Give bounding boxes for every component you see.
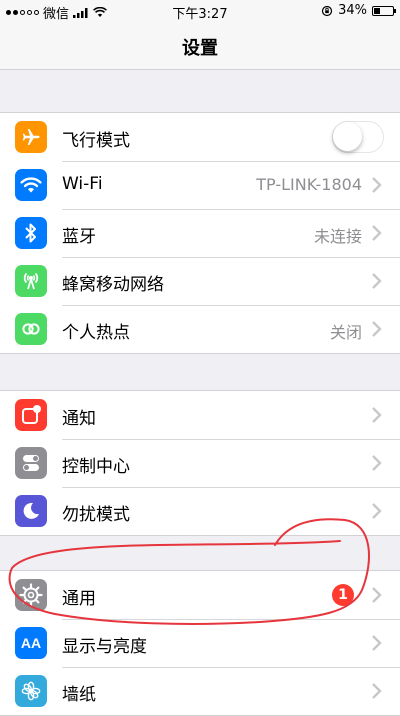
settings-row-airplane-mode[interactable]: 飞行模式 xyxy=(0,113,400,161)
control-center-icon xyxy=(15,447,47,479)
chevron-right-icon xyxy=(372,321,382,337)
settings-group-general: 通用 1 AA 显示与亮度 墙纸 xyxy=(0,570,400,716)
chevron-right-icon xyxy=(372,225,382,241)
gear-icon xyxy=(15,579,47,611)
settings-row-label: 勿扰模式 xyxy=(62,505,130,525)
display-brightness-icon: AA xyxy=(15,627,47,659)
settings-row-general[interactable]: 通用 1 xyxy=(0,571,400,619)
settings-row-wifi[interactable]: Wi-Fi TP-LINK-1804 xyxy=(0,161,400,209)
chevron-right-icon xyxy=(372,587,382,603)
settings-row-value: TP-LINK-1804 xyxy=(256,175,362,194)
airplane-icon xyxy=(15,121,47,153)
settings-row-label: 飞行模式 xyxy=(62,131,130,151)
settings-row-value: 未连接 xyxy=(313,227,362,246)
update-badge: 1 xyxy=(332,584,354,606)
chevron-right-icon xyxy=(372,503,382,519)
moon-icon xyxy=(15,495,47,527)
chevron-right-icon xyxy=(372,177,382,193)
page-title: 设置 xyxy=(182,38,218,59)
settings-row-wallpaper[interactable]: 墙纸 xyxy=(0,667,400,715)
settings-row-label: Wi-Fi xyxy=(62,174,103,194)
status-bar: 微信 下午3:27 34% xyxy=(0,0,400,22)
settings-row-label: 蜂窝移动网络 xyxy=(62,275,164,295)
chevron-right-icon xyxy=(372,455,382,471)
settings-row-label: 控制中心 xyxy=(62,457,130,477)
chevron-right-icon xyxy=(372,683,382,699)
cellular-icon xyxy=(15,265,47,297)
settings-row-display-brightness[interactable]: AA 显示与亮度 xyxy=(0,619,400,667)
settings-row-label: 通知 xyxy=(62,409,96,429)
hotspot-icon xyxy=(15,313,47,345)
chevron-right-icon xyxy=(372,273,382,289)
settings-row-cellular[interactable]: 蜂窝移动网络 xyxy=(0,257,400,305)
wallpaper-icon xyxy=(15,675,47,707)
chevron-right-icon xyxy=(372,635,382,651)
settings-group-notifications: 通知 控制中心 勿扰模式 xyxy=(0,390,400,536)
settings-row-label: 个人热点 xyxy=(62,323,130,343)
battery-percent: 34% xyxy=(338,3,367,18)
settings-row-label: 墙纸 xyxy=(62,685,96,705)
airplane-mode-toggle[interactable] xyxy=(332,121,384,153)
settings-row-label: 显示与亮度 xyxy=(62,637,147,657)
settings-row-bluetooth[interactable]: 蓝牙 未连接 xyxy=(0,209,400,257)
battery-icon xyxy=(372,5,396,16)
settings-row-control-center[interactable]: 控制中心 xyxy=(0,439,400,487)
wifi-icon xyxy=(15,169,47,201)
settings-row-value: 关闭 xyxy=(329,323,362,342)
bluetooth-icon xyxy=(15,217,47,249)
settings-row-label: 蓝牙 xyxy=(62,227,96,247)
navigation-bar: 设置 xyxy=(0,22,400,70)
settings-row-notifications[interactable]: 通知 xyxy=(0,391,400,439)
chevron-right-icon xyxy=(372,407,382,423)
settings-row-personal-hotspot[interactable]: 个人热点 关闭 xyxy=(0,305,400,353)
status-right: 34% xyxy=(321,3,396,18)
toggle-knob xyxy=(333,122,362,151)
settings-row-do-not-disturb[interactable]: 勿扰模式 xyxy=(0,487,400,535)
notifications-icon xyxy=(15,399,47,431)
orientation-lock-icon xyxy=(321,5,333,16)
settings-group-connectivity: 飞行模式 Wi-Fi TP-LINK-1804 蓝牙 未连接 蜂窝移动网络 个人… xyxy=(0,112,400,354)
settings-row-label: 通用 xyxy=(62,589,96,609)
